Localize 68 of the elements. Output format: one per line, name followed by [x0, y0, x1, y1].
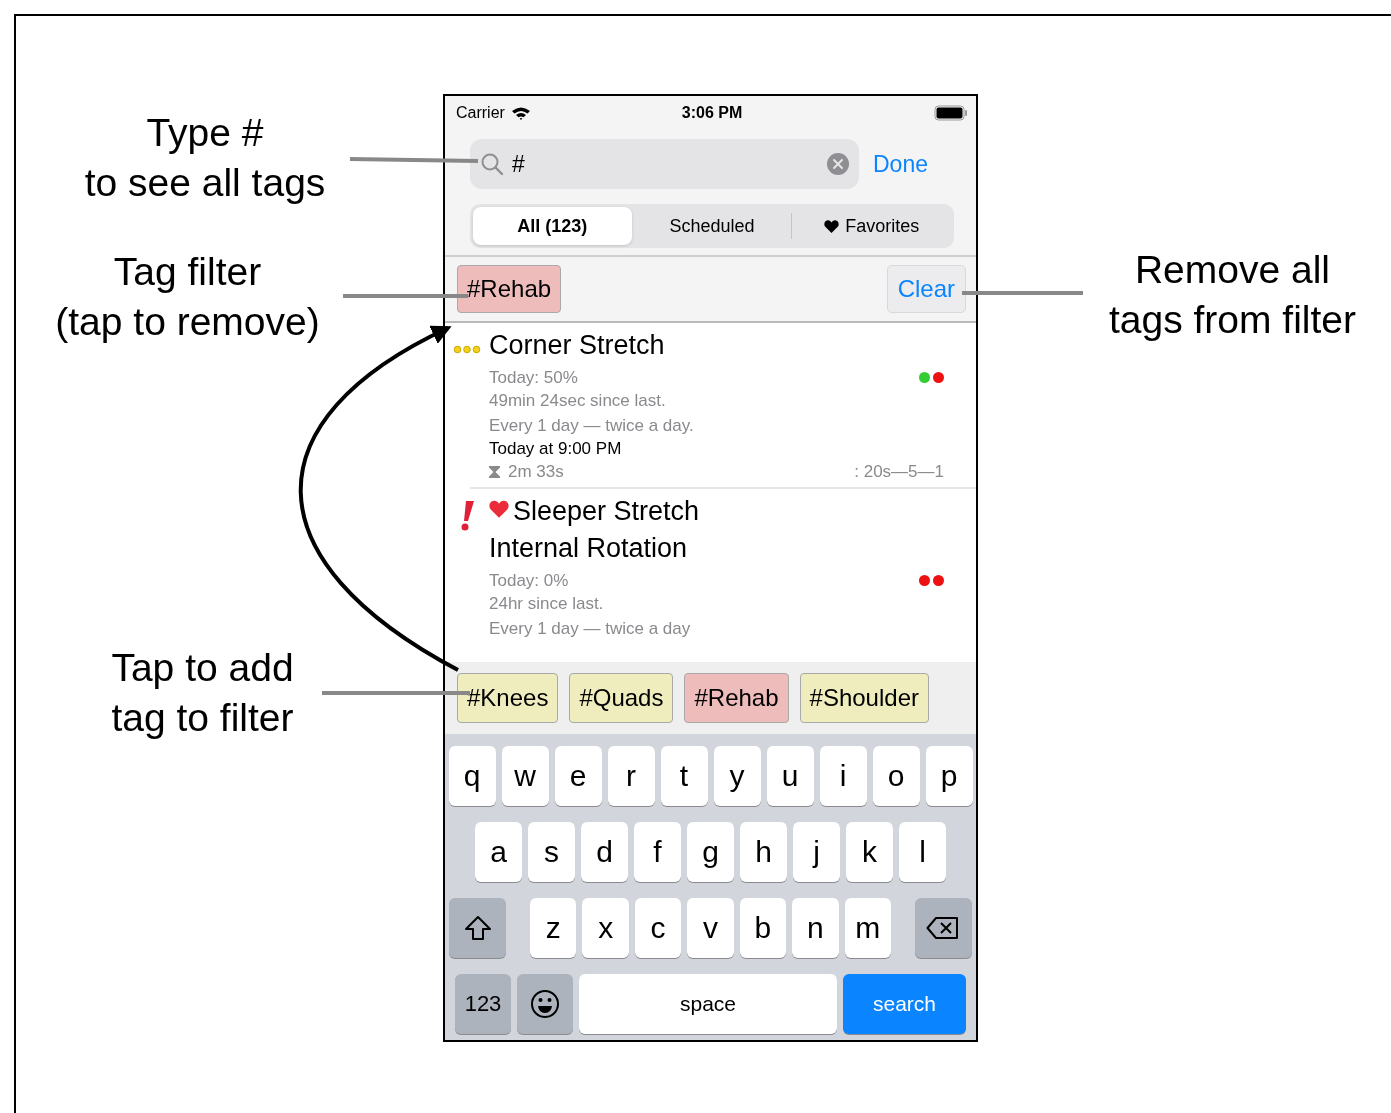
next-time-text: Today at 9:00 PM: [489, 438, 623, 460]
wifi-icon: [510, 106, 531, 120]
filter-tag[interactable]: #Rehab: [457, 265, 562, 313]
schedule-text: Every 1 day — twice a day.: [489, 415, 695, 437]
letter-key[interactable]: q: [448, 746, 496, 806]
shift-icon: [463, 915, 492, 941]
tag-chip[interactable]: #Quads: [569, 673, 674, 723]
carrier-label: Carrier: [456, 104, 505, 122]
search-field[interactable]: #: [470, 139, 859, 189]
letter-key[interactable]: n: [792, 898, 839, 958]
letter-key[interactable]: r: [607, 746, 655, 806]
numbers-key[interactable]: 123: [455, 974, 511, 1034]
annotation-text: Remove all tags from filter: [1107, 247, 1358, 343]
annotation-text: Tag filter (tap to remove): [54, 249, 321, 345]
letter-key[interactable]: c: [634, 898, 682, 958]
reps-text: : 20s—5—1: [854, 461, 944, 483]
emoji-key[interactable]: [517, 974, 573, 1034]
letter-key[interactable]: p: [925, 746, 973, 806]
exercise-title: Internal Rotation: [489, 532, 688, 565]
letter-key[interactable]: x: [582, 898, 629, 958]
letter-key[interactable]: i: [819, 746, 867, 806]
letter-key[interactable]: l: [899, 822, 946, 882]
letter-key[interactable]: u: [766, 746, 814, 806]
letter-key[interactable]: a: [475, 822, 522, 882]
letter-key[interactable]: d: [581, 822, 628, 882]
exercise-title: Sleeper Stretch: [513, 495, 700, 528]
duration-text: 2m 33s: [508, 461, 564, 483]
search-icon: [480, 152, 504, 176]
hourglass-icon: [489, 465, 500, 478]
letter-key[interactable]: h: [740, 822, 787, 882]
since-text: 49min 24sec since last.: [489, 390, 667, 412]
search-key[interactable]: search: [843, 974, 966, 1034]
heart-icon: [824, 219, 840, 233]
letter-key[interactable]: k: [846, 822, 893, 882]
battery-icon: [934, 105, 968, 121]
shift-key[interactable]: [448, 898, 507, 958]
letter-key[interactable]: z: [530, 898, 577, 958]
space-key[interactable]: space: [579, 974, 837, 1034]
progress-text: Today: 50%: [489, 367, 578, 389]
letter-key[interactable]: s: [528, 822, 575, 882]
segment-tab[interactable]: Favorites: [792, 207, 951, 245]
letter-key[interactable]: v: [687, 898, 734, 958]
letter-key[interactable]: w: [501, 746, 549, 806]
tag-chip[interactable]: #Rehab: [684, 673, 789, 723]
smiley-icon: [530, 989, 560, 1019]
exercise-title: Corner Stretch: [489, 329, 665, 362]
clear-icon[interactable]: [827, 153, 849, 175]
progress-text: Today: 0%: [489, 570, 569, 592]
letter-key[interactable]: f: [634, 822, 681, 882]
tag-chip[interactable]: #Shoulder: [799, 673, 929, 723]
status-time: 3:06 PM: [681, 104, 743, 122]
since-text: 24hr since last.: [489, 593, 605, 615]
delete-key[interactable]: [914, 898, 973, 958]
letter-key[interactable]: b: [739, 898, 787, 958]
letter-key[interactable]: o: [872, 746, 920, 806]
annotation-text: Type # to see all tags: [83, 110, 327, 206]
letter-key[interactable]: j: [793, 822, 840, 882]
letter-key[interactable]: m: [844, 898, 891, 958]
tag-chip[interactable]: #Knees: [457, 673, 559, 723]
segment-tab[interactable]: All (123): [473, 207, 632, 245]
annotation-text: Tap to add tag to filter: [110, 645, 295, 741]
segment-tab[interactable]: Scheduled: [632, 207, 792, 245]
letter-key[interactable]: g: [687, 822, 734, 882]
schedule-text: Every 1 day — twice a day: [489, 618, 692, 640]
letter-key[interactable]: t: [660, 746, 708, 806]
letter-key[interactable]: y: [713, 746, 761, 806]
delete-icon: [926, 916, 961, 940]
letter-key[interactable]: e: [554, 746, 602, 806]
